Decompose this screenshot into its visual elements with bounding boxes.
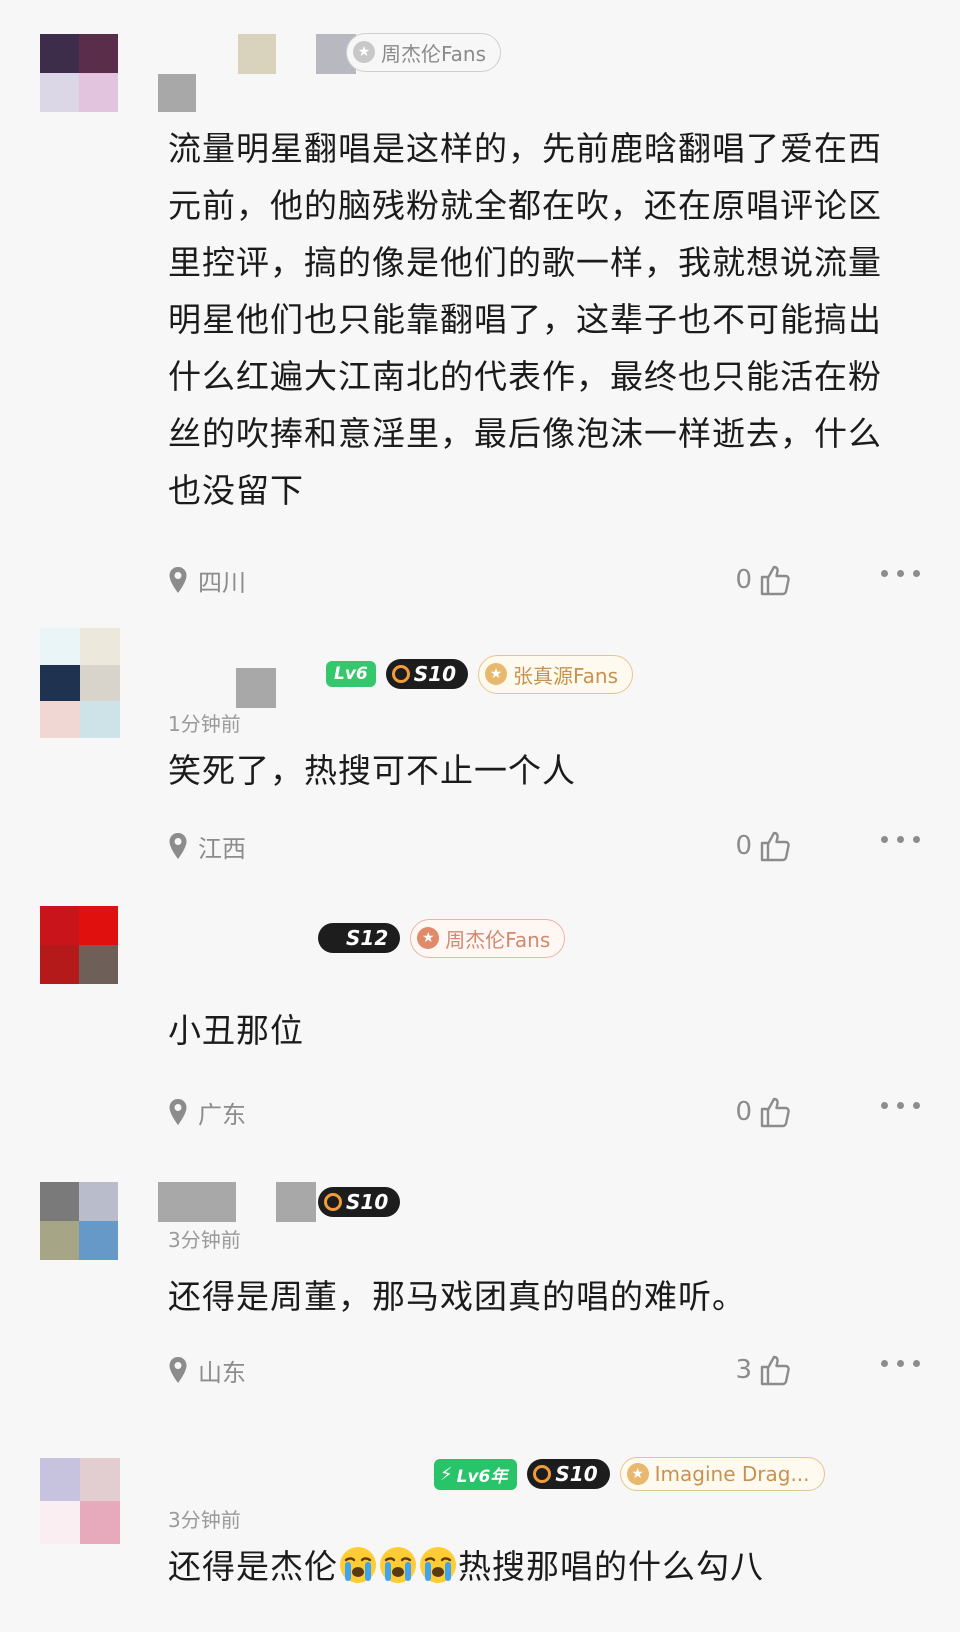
comment-text: 笑死了，热搜可不止一个人 [168, 751, 576, 790]
like-button[interactable]: 3 [735, 1350, 792, 1390]
level-badge[interactable]: ⚡ Lv6年 [434, 1458, 518, 1490]
location-text: 四川 [198, 568, 246, 597]
thumbs-up-icon [760, 565, 790, 596]
timestamp: 1分钟前 [168, 712, 241, 736]
comment-text: 还得是杰伦 热搜那唱的什么勾八 [168, 1538, 913, 1595]
star-icon: ★ [353, 41, 375, 63]
timestamp: 3分钟前 [168, 1228, 241, 1252]
user-badges: ⚡ Lv6年 S10 ★ Imagine Drag... [434, 1454, 825, 1494]
comment-meta: 江西 0 [168, 826, 920, 866]
like-count: 0 [735, 1097, 752, 1127]
more-options-icon[interactable] [881, 1360, 920, 1367]
username[interactable] [238, 34, 276, 74]
location-pin-icon [169, 1357, 187, 1383]
star-icon: ★ [417, 927, 440, 949]
location-text: 广东 [198, 1100, 246, 1129]
username[interactable] [158, 1182, 236, 1222]
s-badge-label: S12 [346, 926, 389, 950]
user-badges: S10 [318, 1182, 401, 1222]
s-badge[interactable]: S10 [385, 659, 468, 689]
avatar[interactable] [40, 906, 118, 984]
like-count: 0 [735, 565, 752, 595]
ring-icon [533, 1465, 552, 1483]
like-count: 0 [735, 831, 752, 861]
thumbs-up-icon [760, 831, 790, 862]
location-text: 山东 [198, 1358, 246, 1387]
like-button[interactable]: 0 [735, 826, 792, 866]
like-button[interactable]: 0 [735, 1092, 792, 1132]
comment-text-part: 热搜那唱的什么勾八 [458, 1547, 764, 1586]
comment-text: 小丑那位 [168, 1011, 304, 1050]
s-badge[interactable]: S10 [527, 1459, 610, 1489]
more-options-icon[interactable] [881, 836, 920, 843]
s-badge[interactable]: S10 [318, 1187, 401, 1217]
lightning-icon: ⚡ [440, 1463, 453, 1485]
location: 山东 [168, 1350, 246, 1390]
user-badges: Lv6 S10 ★ 张真源Fans [326, 654, 634, 694]
user-badges: S12 ★ 周杰伦Fans [318, 918, 566, 958]
comment-item: S10 3分钟前 还得是周董，那马戏团真的唱的难听。 山东 3 [0, 1150, 960, 1400]
s-badge-label: S10 [346, 1190, 389, 1214]
level-badge[interactable]: Lv6 [326, 661, 376, 687]
comment-meta: 广东 0 [168, 1092, 920, 1132]
location-pin-icon [169, 833, 187, 859]
like-button[interactable]: 0 [735, 560, 792, 600]
comment-meta: 山东 3 [168, 1350, 920, 1390]
username[interactable] [236, 668, 276, 708]
level-badge-label: Lv6年 [456, 1466, 508, 1487]
star-icon: ★ [626, 1463, 649, 1485]
comment-text: 还得是周董，那马戏团真的唱的难听。 [168, 1277, 746, 1316]
avatar[interactable] [40, 628, 120, 738]
like-count: 3 [735, 1355, 752, 1385]
avatar[interactable] [40, 34, 118, 112]
timestamp: 3分钟前 [168, 1508, 241, 1532]
fans-badge-label: 周杰伦Fans [381, 41, 487, 66]
fans-badge-label: 周杰伦Fans [445, 927, 551, 952]
location: 江西 [168, 826, 246, 866]
more-options-icon[interactable] [881, 570, 920, 577]
fans-badge-label: 张真源Fans [513, 663, 619, 688]
more-options-icon[interactable] [881, 1102, 920, 1109]
star-icon: ★ [485, 663, 507, 685]
s-badge-label: S10 [413, 662, 456, 686]
location: 四川 [168, 560, 246, 600]
crying-face-emoji-icon [380, 1547, 416, 1583]
avatar[interactable] [40, 1182, 118, 1260]
comment-item: S12 ★ 周杰伦Fans 小丑那位 广东 0 [0, 880, 960, 1140]
fans-badge[interactable]: ★ 周杰伦Fans [346, 32, 502, 72]
username[interactable] [276, 1182, 316, 1222]
fans-badge-label: Imagine Drag... [654, 1462, 810, 1486]
s-badge-label: S10 [555, 1462, 598, 1486]
fans-badge[interactable]: ★ Imagine Drag... [619, 1457, 825, 1491]
user-badges: ★ 周杰伦Fans [346, 32, 502, 72]
thumbs-up-icon [760, 1097, 790, 1128]
location: 广东 [168, 1092, 246, 1132]
crying-face-emoji-icon [340, 1547, 376, 1583]
comment-text: 流量明星翻唱是这样的，先前鹿晗翻唱了爱在西元前，他的脑残粉就全都在吹，还在原唱评… [168, 129, 882, 510]
comment-item: ⚡ Lv6年 S10 ★ Imagine Drag... 3分钟前 还得是杰伦 热… [0, 1410, 960, 1632]
location-pin-icon [169, 1099, 187, 1125]
ring-icon [324, 1193, 342, 1211]
avatar[interactable] [40, 1458, 120, 1544]
comment-meta: 四川 0 [168, 560, 920, 600]
ring-icon [391, 665, 410, 683]
thumbs-up-icon [760, 1355, 790, 1386]
ring-icon [324, 929, 342, 947]
crying-face-emoji-icon [420, 1547, 456, 1583]
location-pin-icon [169, 567, 187, 593]
s-badge[interactable]: S12 [318, 923, 401, 953]
comment-item: ★ 周杰伦Fans 流量明星翻唱是这样的，先前鹿晗翻唱了爱在西元前，他的脑残粉就… [0, 0, 960, 600]
fans-badge[interactable]: ★ 张真源Fans [478, 654, 634, 694]
fans-badge[interactable]: ★ 周杰伦Fans [410, 918, 566, 958]
location-text: 江西 [198, 834, 246, 863]
comment-item: Lv6 S10 ★ 张真源Fans 1分钟前 笑死了，热搜可不止一个人 江西 0 [0, 610, 960, 870]
comment-text-part: 还得是杰伦 [168, 1547, 338, 1586]
username[interactable] [158, 74, 196, 112]
